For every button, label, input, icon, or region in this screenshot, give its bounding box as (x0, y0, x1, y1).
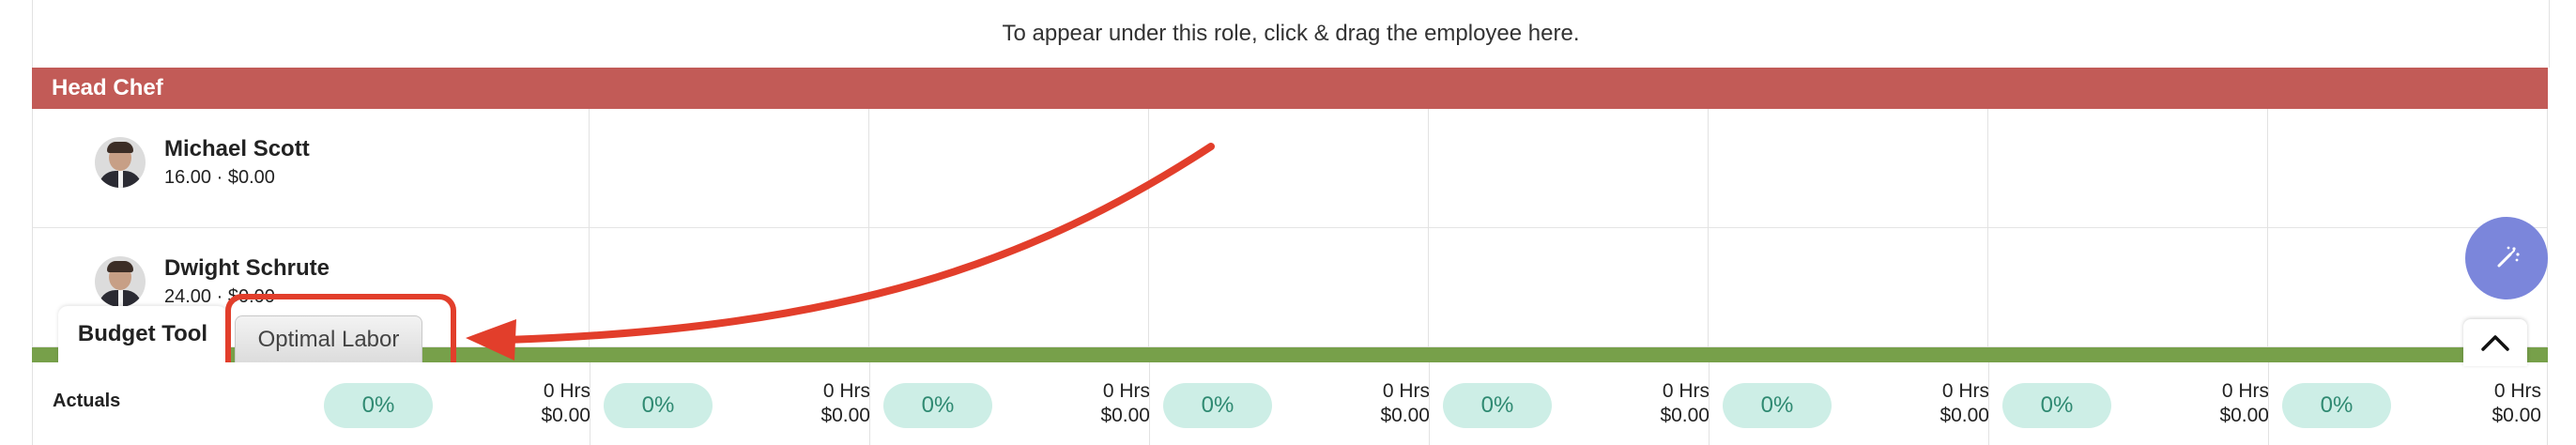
labor-percent-badge: 0% (2002, 383, 2111, 428)
actuals-cell: 0% 0 Hrs $0.00 (1158, 362, 1437, 445)
cost-value: $0.00 (820, 405, 870, 426)
actuals-cell: 0% 0 Hrs $0.00 (1717, 362, 1997, 445)
actuals-cell: 0% 0 Hrs $0.00 (878, 362, 1158, 445)
employee-name: Michael Scott (164, 136, 310, 161)
hours-value: 0 Hrs (1102, 380, 1150, 402)
tab-budget-tool[interactable]: Budget Tool (58, 306, 227, 362)
cell-divider (1429, 362, 1430, 445)
labor-percent-badge: 0% (1723, 383, 1832, 428)
cell-divider (1988, 362, 1989, 445)
day-column-divider (868, 109, 869, 347)
cost-value: $0.00 (1660, 405, 1710, 426)
cell-divider (1709, 362, 1710, 445)
magic-wand-icon (2497, 246, 2520, 268)
cell-divider (2268, 362, 2269, 445)
avatar (95, 256, 146, 307)
avatar (95, 137, 146, 188)
actuals-cell: 0% 0 Hrs $0.00 (598, 362, 878, 445)
cost-value: $0.00 (1940, 405, 1989, 426)
cost-value: $0.00 (1380, 405, 1430, 426)
hours-value: 0 Hrs (1662, 380, 1710, 402)
employee-row-michael-scott[interactable]: Michael Scott 16.00 · $0.00 (33, 109, 2547, 228)
labor-percent-badge: 0% (604, 383, 713, 428)
cost-value: $0.00 (541, 405, 590, 426)
collapse-panel-button[interactable] (2463, 319, 2527, 366)
labor-percent-badge: 0% (883, 383, 992, 428)
labor-percent-badge: 0% (2282, 383, 2391, 428)
day-column-divider (1428, 109, 1429, 347)
hours-value: 0 Hrs (2221, 380, 2269, 402)
cell-divider (1149, 362, 1150, 445)
cost-value: $0.00 (1100, 405, 1150, 426)
actuals-row: Actuals 0% 0 Hrs $0.00 0% 0 Hrs $0.00 0% 0… (32, 362, 2548, 445)
actuals-label: Actuals (53, 391, 121, 411)
actuals-cell: 0% 0 Hrs $0.00 (2277, 362, 2549, 445)
role-title: Head Chef (52, 75, 163, 100)
hours-value: 0 Hrs (1382, 380, 1430, 402)
drag-hint: To appear under this role, click & drag … (32, 0, 2550, 68)
labor-percent-badge: 0% (324, 383, 433, 428)
day-column-divider (1148, 109, 1149, 347)
day-column-divider (589, 109, 590, 347)
labor-percent-badge: 0% (1163, 383, 1272, 428)
hours-value: 0 Hrs (543, 380, 590, 402)
cost-value: $0.00 (2219, 405, 2269, 426)
cost-value: $0.00 (2492, 405, 2541, 426)
actuals-cell: 0% 0 Hrs $0.00 (318, 362, 598, 445)
day-column-divider (2267, 109, 2268, 347)
role-header-head-chef[interactable]: Head Chef (32, 68, 2548, 109)
hours-value: 0 Hrs (1941, 380, 1989, 402)
hours-value: 0 Hrs (2493, 380, 2541, 402)
hours-value: 0 Hrs (822, 380, 870, 402)
labor-percent-badge: 0% (1443, 383, 1552, 428)
day-column-divider (1987, 109, 1988, 347)
employee-name: Dwight Schrute (164, 255, 330, 281)
day-column-divider (1708, 109, 1709, 347)
cell-divider (869, 362, 870, 445)
auto-schedule-button[interactable] (2465, 217, 2548, 299)
actuals-cell: 0% 0 Hrs $0.00 (1437, 362, 1717, 445)
actuals-cell: 0% 0 Hrs $0.00 (1997, 362, 2277, 445)
chevron-up-icon (2481, 335, 2509, 351)
employee-meta: 16.00 · $0.00 (164, 167, 275, 188)
